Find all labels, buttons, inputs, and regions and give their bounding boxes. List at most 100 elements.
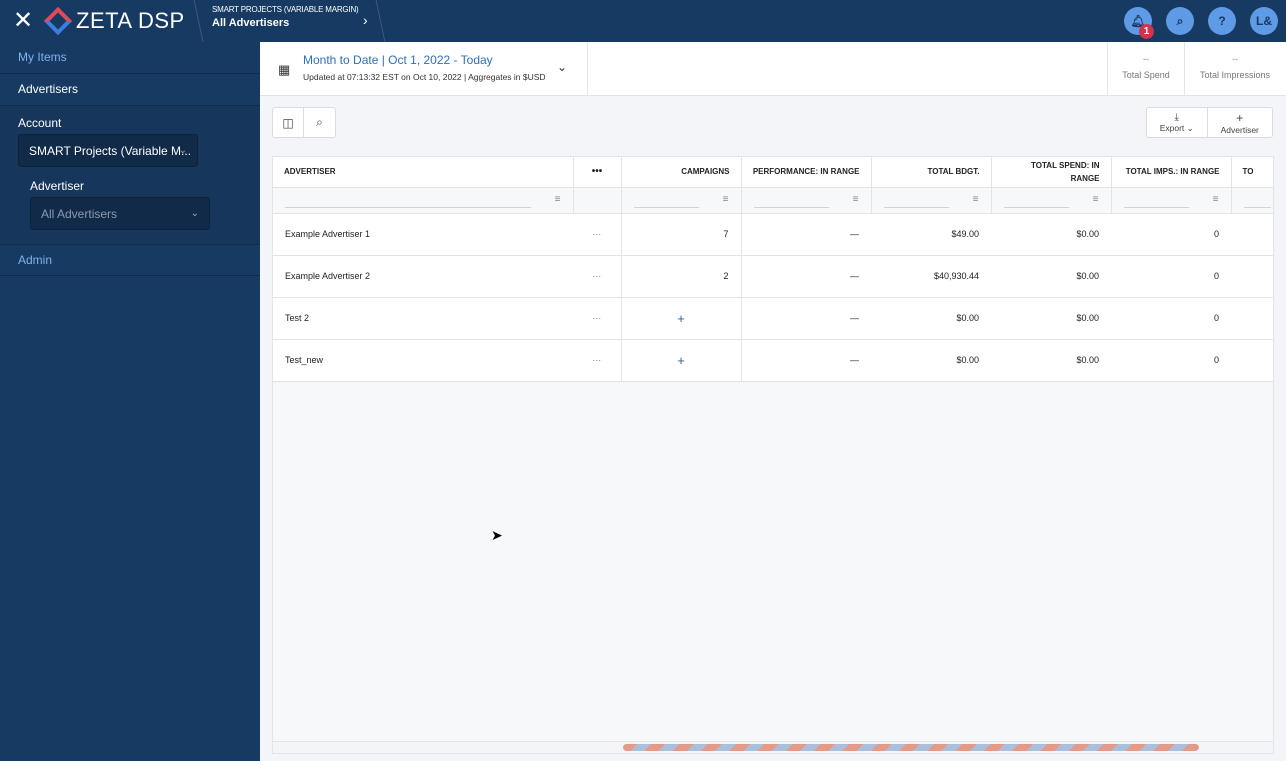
account-panel: Account SMART Projects (Variable M... ⌄ A… xyxy=(0,106,260,244)
cell-advertiser[interactable]: Test 2 xyxy=(273,297,573,340)
add-campaign-button[interactable]: + xyxy=(621,339,742,382)
col-performance[interactable]: PERFORMANCE: IN RANGE xyxy=(741,157,872,188)
stat-total-impressions: -- Total Impressions xyxy=(1185,54,1285,80)
advertiser-select[interactable]: All Advertisers ⌄ xyxy=(30,197,210,230)
cell-campaigns[interactable]: 7 xyxy=(621,213,742,256)
advertisers-table: ADVERTISER ••• CAMPAIGNS PERFORMANCE: IN… xyxy=(272,156,1274,754)
cell-imps: 0 xyxy=(1111,255,1231,298)
cell-spend: $0.00 xyxy=(991,339,1111,382)
help-button[interactable]: ? xyxy=(1208,7,1236,35)
cell-advertiser[interactable]: Example Advertiser 1 xyxy=(273,213,573,256)
col-total-budget[interactable]: TOTAL BDGT. xyxy=(871,157,992,188)
filter-icon[interactable]: ≡ xyxy=(973,194,979,205)
user-avatar[interactable]: L& xyxy=(1250,7,1278,35)
filter-row: ≡ ≡ ≡ ≡ ≡ ≡ xyxy=(273,187,1273,214)
filter-icon[interactable]: ≡ xyxy=(1213,194,1219,205)
cell-budget: $0.00 xyxy=(871,297,991,340)
filter-icon[interactable]: ≡ xyxy=(853,194,859,205)
filter-icon[interactable]: ≡ xyxy=(1093,194,1099,205)
col-total-spend[interactable]: TOTAL SPEND: IN RANGE xyxy=(991,157,1112,188)
col-total-imps[interactable]: TOTAL IMPS.: IN RANGE xyxy=(1111,157,1232,188)
brand-name: ZETA DSP xyxy=(76,8,185,33)
divider xyxy=(587,42,588,96)
zeta-logo-icon xyxy=(43,6,73,36)
view-toolbar: ◫ ⌕ xyxy=(272,107,336,138)
sidebar-item-advertisers[interactable]: Advertisers xyxy=(0,74,260,106)
col-campaigns[interactable]: CAMPAIGNS xyxy=(621,157,742,188)
cell-budget: $40,930.44 xyxy=(871,255,991,298)
account-select[interactable]: SMART Projects (Variable M... ⌄ xyxy=(18,134,198,167)
advertiser-value: All Advertisers xyxy=(41,207,118,221)
download-icon: ⤓ xyxy=(1174,111,1179,123)
logo[interactable]: ZETA DSP xyxy=(43,6,185,36)
account-label: Account xyxy=(18,116,62,130)
add-campaign-button[interactable]: + xyxy=(621,297,742,340)
add-advertiser-button[interactable]: + Advertiser xyxy=(1208,108,1272,137)
export-button[interactable]: ⤓ Export ⌄ xyxy=(1147,108,1208,137)
table-row[interactable]: Example Advertiser 2 ··· 2 — $40,930.44 $… xyxy=(273,255,1273,298)
cell-more xyxy=(1231,339,1273,382)
cell-more xyxy=(1231,255,1273,298)
table-row[interactable]: Test 2 ··· + — $0.00 $0.00 0 xyxy=(273,297,1273,340)
cell-advertiser[interactable]: Test_new xyxy=(273,339,573,382)
breadcrumb-current: All Advertisers xyxy=(212,17,290,29)
header-row: ADVERTISER ••• CAMPAIGNS PERFORMANCE: IN… xyxy=(273,157,1273,188)
stat-total-spend: -- Total Spend xyxy=(1108,54,1184,80)
row-menu-button[interactable]: ··· xyxy=(573,255,622,298)
search-icon: ⌕ xyxy=(1176,13,1184,28)
horizontal-scrollbar-thumb[interactable] xyxy=(623,744,1199,751)
cell-campaigns[interactable]: 2 xyxy=(621,255,742,298)
filter-campaigns[interactable]: ≡ xyxy=(621,187,742,214)
cell-performance: — xyxy=(741,297,871,340)
filter-icon[interactable]: ≡ xyxy=(555,194,561,205)
close-icon[interactable]: ✕ xyxy=(13,9,33,33)
horizontal-scrollbar-track[interactable] xyxy=(273,741,1273,753)
breadcrumb[interactable]: SMART PROJECTS (VARIABLE MARGIN) All Adve… xyxy=(212,5,359,29)
row-menu-button[interactable]: ··· xyxy=(573,297,622,340)
cell-more xyxy=(1231,213,1273,256)
calendar-icon: ▦ xyxy=(278,62,291,77)
table-search-button[interactable]: ⌕ xyxy=(304,108,335,137)
mouse-cursor-icon: ➤ xyxy=(491,527,503,543)
cell-more xyxy=(1231,297,1273,340)
filter-advertiser[interactable]: ≡ xyxy=(273,187,574,214)
filter-imps[interactable]: ≡ xyxy=(1111,187,1232,214)
table-row[interactable]: Test_new ··· + — $0.00 $0.00 0 xyxy=(273,339,1273,382)
avatar-initials: L& xyxy=(1256,14,1272,28)
columns-button[interactable]: ◫ xyxy=(273,108,304,137)
filter-more[interactable] xyxy=(1231,187,1273,214)
account-value: SMART Projects (Variable M... xyxy=(29,144,192,158)
cell-spend: $0.00 xyxy=(991,297,1111,340)
search-icon: ⌕ xyxy=(316,115,323,129)
col-menu[interactable]: ••• xyxy=(573,157,622,188)
filter-budget[interactable]: ≡ xyxy=(871,187,992,214)
filter-performance[interactable]: ≡ xyxy=(741,187,872,214)
row-menu-button[interactable]: ··· xyxy=(573,339,622,382)
chevron-down-icon: ⌄ xyxy=(190,208,199,219)
main-content: ▦ Month to Date | Oct 1, 2022 - Today Up… xyxy=(260,42,1286,761)
chevron-down-icon[interactable]: ⌄ xyxy=(557,60,567,74)
cell-spend: $0.00 xyxy=(991,213,1111,256)
row-menu-button[interactable]: ··· xyxy=(573,213,622,256)
table-row[interactable]: Example Advertiser 1 ··· 7 — $49.00 $0.00… xyxy=(273,213,1273,256)
sidebar-item-my-items[interactable]: My Items xyxy=(0,42,260,74)
date-range[interactable]: Month to Date | Oct 1, 2022 - Today xyxy=(303,53,493,67)
stat-value: -- xyxy=(1232,54,1238,64)
chevron-right-icon[interactable]: › xyxy=(363,12,368,28)
chevron-down-icon: ⌄ xyxy=(178,145,187,156)
stat-label: Total Impressions xyxy=(1199,70,1271,80)
cell-performance: — xyxy=(741,339,871,382)
top-bar: ✕ ZETA DSP SMART PROJECTS (VARIABLE MARG… xyxy=(0,0,1286,42)
cell-performance: — xyxy=(741,213,871,256)
search-button[interactable]: ⌕ xyxy=(1166,7,1194,35)
cell-advertiser[interactable]: Example Advertiser 2 xyxy=(273,255,573,298)
export-label: Export xyxy=(1159,122,1185,133)
add-advertiser-label: Advertiser xyxy=(1220,124,1259,135)
filter-empty xyxy=(573,187,622,214)
stat-label: Total Spend xyxy=(1122,70,1170,80)
filter-spend[interactable]: ≡ xyxy=(991,187,1112,214)
col-more[interactable]: TO xyxy=(1231,157,1273,188)
col-advertiser[interactable]: ADVERTISER xyxy=(273,157,574,188)
sidebar-item-admin[interactable]: Admin xyxy=(0,244,260,276)
filter-icon[interactable]: ≡ xyxy=(723,194,729,205)
